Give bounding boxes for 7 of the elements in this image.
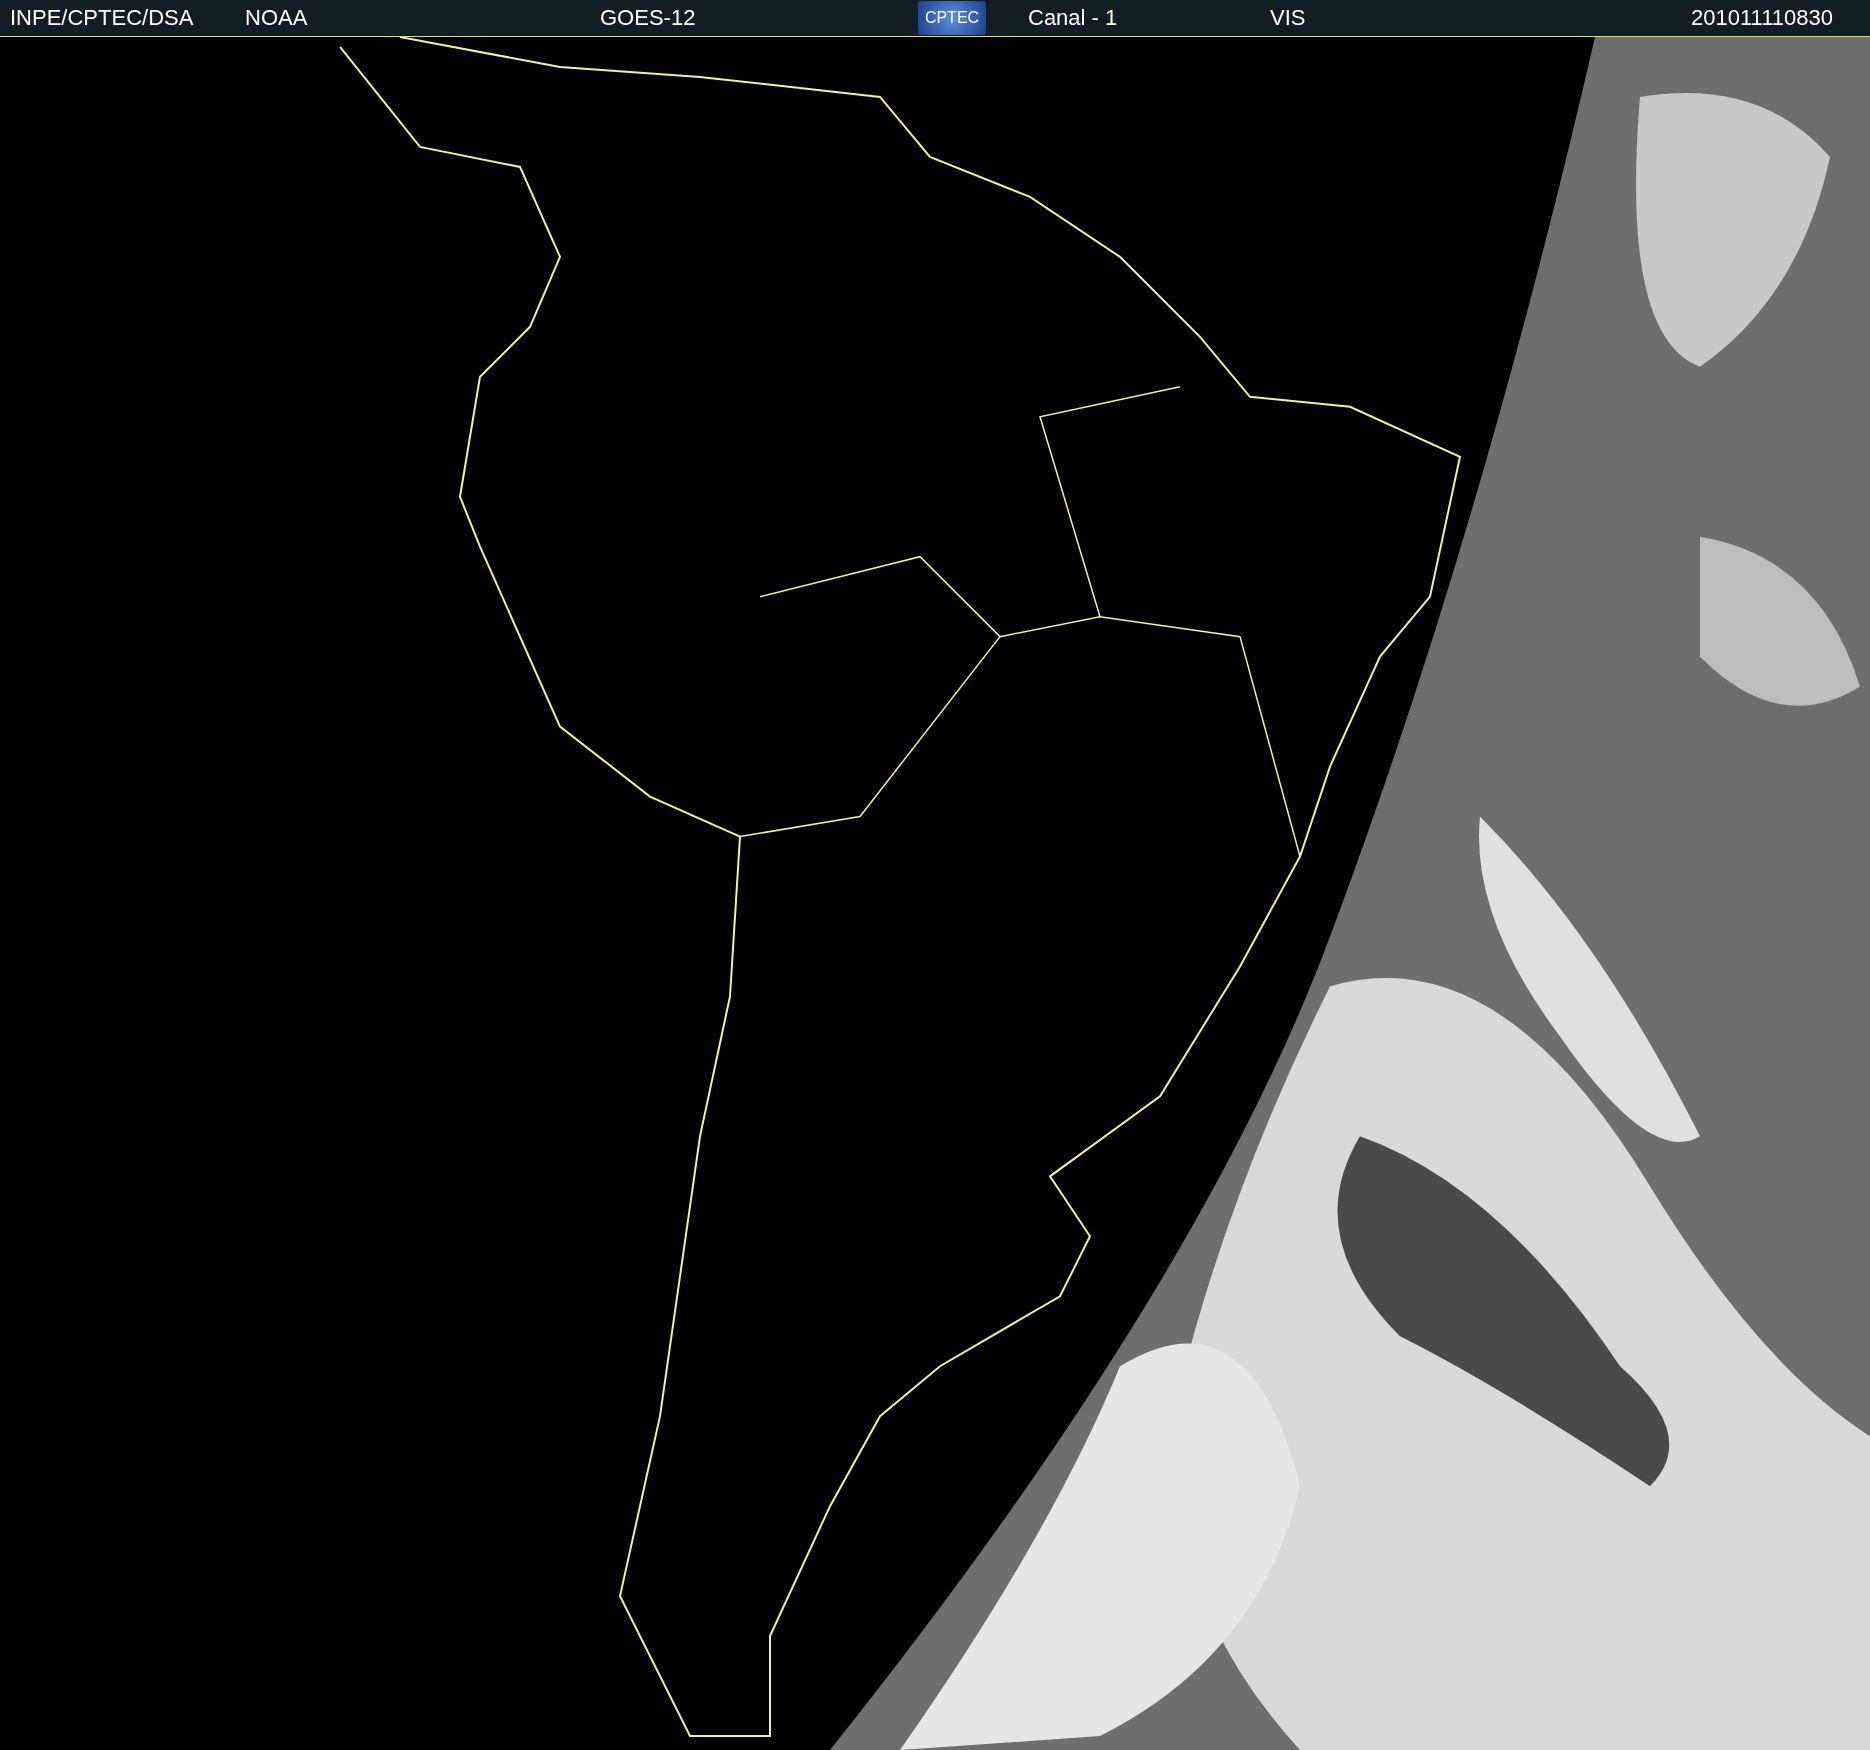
source-label: NOAA — [245, 5, 308, 31]
timestamp-label: 201011110830 — [1691, 5, 1833, 31]
cptec-logo: CPTEC — [918, 1, 986, 35]
band-label: VIS — [1270, 5, 1306, 31]
agency-label: INPE/CPTEC/DSA — [10, 5, 194, 31]
channel-label: Canal - 1 — [1028, 5, 1118, 31]
satellite-label: GOES-12 — [600, 5, 696, 31]
